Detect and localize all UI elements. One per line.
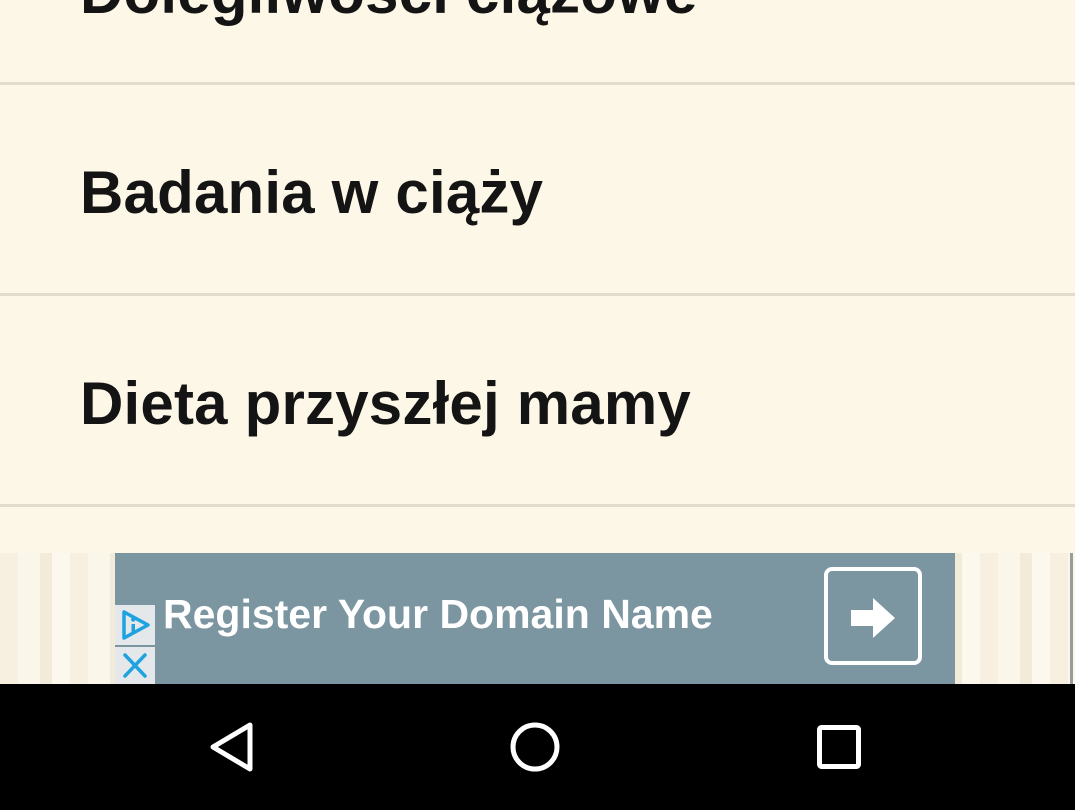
ad-open-button[interactable] [824, 567, 922, 665]
home-circle-icon[interactable] [502, 714, 568, 780]
recents-square-icon[interactable] [806, 714, 872, 780]
navigation-bar [0, 684, 1075, 810]
adchoices-icon[interactable] [115, 605, 155, 645]
app-screen: Dolegliwości ciążowe Badania w ciąży Die… [0, 0, 1075, 810]
list-item[interactable]: Dieta przyszłej mamy [0, 296, 1075, 507]
list-item[interactable]: Badania w ciąży [0, 85, 1075, 296]
list-item-label: Dieta przyszłej mamy [80, 370, 691, 437]
back-triangle-icon[interactable] [202, 714, 268, 780]
ad-banner[interactable]: Register Your Domain Name [115, 553, 955, 684]
list-item-label: Badania w ciąży [80, 159, 544, 226]
scrollbar-edge [1070, 553, 1073, 684]
arrow-right-icon [851, 598, 895, 638]
ad-title: Register Your Domain Name [163, 591, 713, 637]
list-item-label: Dolegliwości ciążowe [80, 0, 698, 27]
close-icon[interactable] [115, 647, 155, 684]
list-item[interactable]: Dolegliwości ciążowe [0, 0, 1075, 85]
